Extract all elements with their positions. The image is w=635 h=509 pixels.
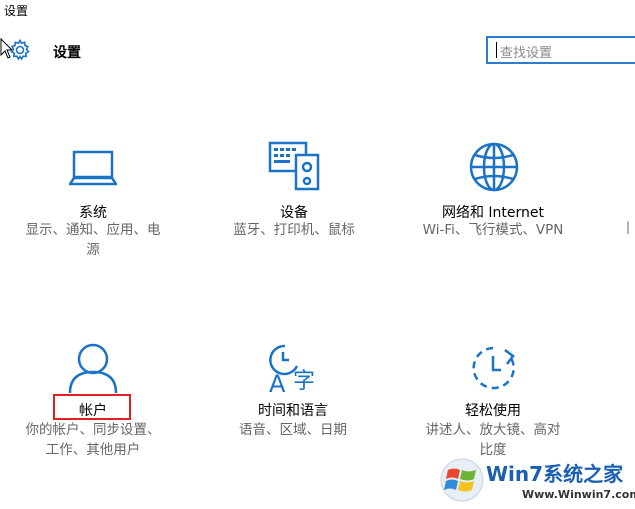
- tile-description-line: Wi-Fi、飞行模式、VPN: [422, 222, 564, 238]
- window-title: 设置: [4, 4, 29, 18]
- truncated-tile-edge: |: [626, 220, 631, 234]
- tile-name: 时间和语言: [258, 403, 328, 419]
- gear-icon: [10, 38, 30, 61]
- svg-text:A: A: [269, 370, 286, 396]
- tile-network[interactable]: 网络和 Internet Wi-Fi、飞行模式、VPN: [393, 140, 593, 270]
- tile-system[interactable]: 系统 显示、通知、应用、电 源: [0, 140, 193, 270]
- tile-description-line: 显示、通知、应用、电: [25, 222, 161, 238]
- search-placeholder: 查找设置: [500, 46, 553, 61]
- globe-icon: [469, 142, 519, 192]
- tile-description: 你的帐户、同步设置、 工作、其他用户: [8, 420, 178, 460]
- highlight-box: [53, 394, 131, 420]
- time-language-icon: A 字: [269, 344, 315, 396]
- laptop-icon: [69, 150, 117, 186]
- tile-description-line: 你的帐户、同步设置、: [25, 422, 161, 438]
- tile-description: 显示、通知、应用、电 源: [8, 220, 178, 260]
- ease-of-access-icon: [472, 346, 515, 390]
- tile-name: 轻松使用: [465, 403, 521, 419]
- tile-name: 设备: [280, 205, 308, 221]
- windows-logo-icon: [440, 458, 484, 502]
- watermark-url: Www.Winwin7.com: [522, 488, 635, 501]
- tile-time-language[interactable]: A 字 时间和语言 语音、区域、日期: [193, 340, 393, 470]
- tile-ease-of-access[interactable]: 轻松使用 讲述人、放大镜、高对 比度: [393, 340, 593, 470]
- page-title: 设置: [53, 45, 81, 61]
- watermark: Win7系统之家 Www.Winwin7.com: [438, 452, 635, 509]
- tile-name: 网络和 Internet: [441, 205, 545, 221]
- svg-text:字: 字: [293, 369, 315, 394]
- tile-description-line: 讲述人、放大镜、高对: [425, 422, 561, 438]
- devices-icon: [268, 141, 320, 191]
- tile-description: 语音、区域、日期: [208, 420, 378, 440]
- tile-description: 蓝牙、打印机、鼠标: [209, 220, 379, 240]
- tile-description-line: 源: [86, 242, 100, 258]
- tile-name: 系统: [79, 205, 107, 221]
- tile-description-line: 语音、区域、日期: [239, 422, 347, 438]
- tile-description-line: 蓝牙、打印机、鼠标: [233, 222, 355, 238]
- text-caret: [496, 42, 497, 58]
- search-input[interactable]: 查找设置: [486, 36, 635, 64]
- tile-description: Wi-Fi、飞行模式、VPN: [403, 220, 583, 240]
- tile-description-line: 工作、其他用户: [45, 442, 141, 458]
- watermark-brand: Win7系统之家: [486, 462, 624, 486]
- tile-devices[interactable]: 设备 蓝牙、打印机、鼠标: [194, 140, 394, 270]
- person-icon: [68, 343, 118, 394]
